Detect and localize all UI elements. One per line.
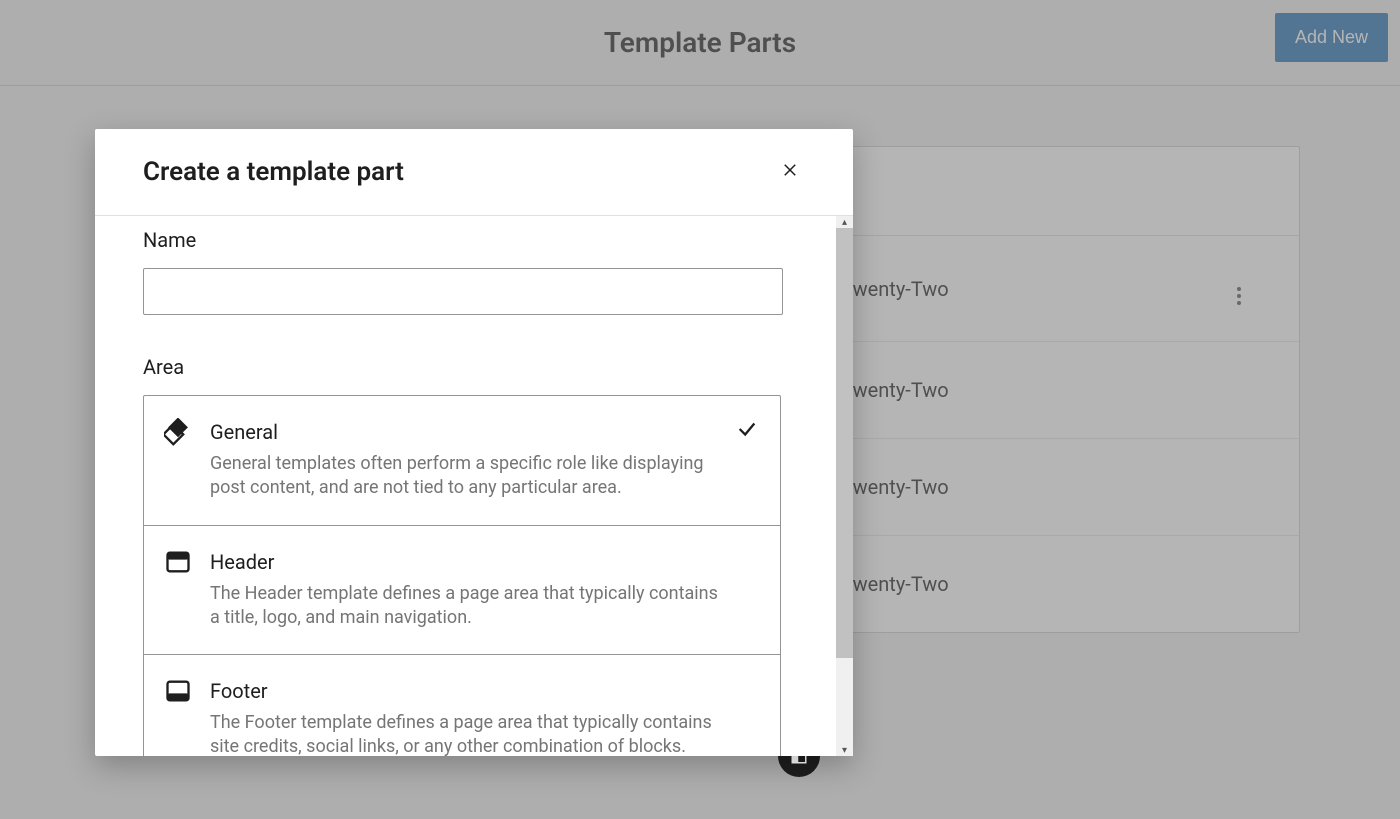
- scroll-thumb[interactable]: [836, 228, 853, 658]
- area-option-description: The Header template defines a page area …: [210, 582, 720, 631]
- modal-scrollbar[interactable]: ▴ ▾: [836, 216, 853, 756]
- modal-title: Create a template part: [143, 157, 404, 187]
- close-button[interactable]: [775, 153, 805, 191]
- area-option-description: The Footer template defines a page area …: [210, 711, 720, 756]
- footer-icon: [164, 677, 192, 705]
- modal-header: Create a template part: [95, 129, 853, 216]
- scroll-down-icon[interactable]: ▾: [836, 744, 853, 756]
- area-option-description: General templates often perform a specif…: [210, 452, 720, 501]
- name-input[interactable]: [143, 268, 783, 315]
- area-option-footer[interactable]: Footer The Footer template defines a pag…: [144, 655, 780, 756]
- general-icon: [164, 418, 192, 446]
- area-option-header[interactable]: Header The Header template defines a pag…: [144, 526, 780, 656]
- area-option-label: General: [210, 420, 758, 444]
- name-label: Name: [143, 228, 805, 252]
- check-icon: [736, 418, 758, 440]
- modal-body: Name Area General General templates ofte…: [95, 216, 853, 756]
- area-option-label: Footer: [210, 679, 758, 703]
- area-list: General General templates often perform …: [143, 395, 781, 756]
- area-option-general[interactable]: General General templates often perform …: [144, 396, 780, 526]
- create-template-part-modal: Create a template part Name Area General…: [95, 129, 853, 756]
- scroll-up-icon[interactable]: ▴: [836, 216, 853, 228]
- header-icon: [164, 548, 192, 576]
- close-icon: [781, 161, 799, 179]
- area-option-label: Header: [210, 550, 758, 574]
- area-label: Area: [143, 355, 805, 379]
